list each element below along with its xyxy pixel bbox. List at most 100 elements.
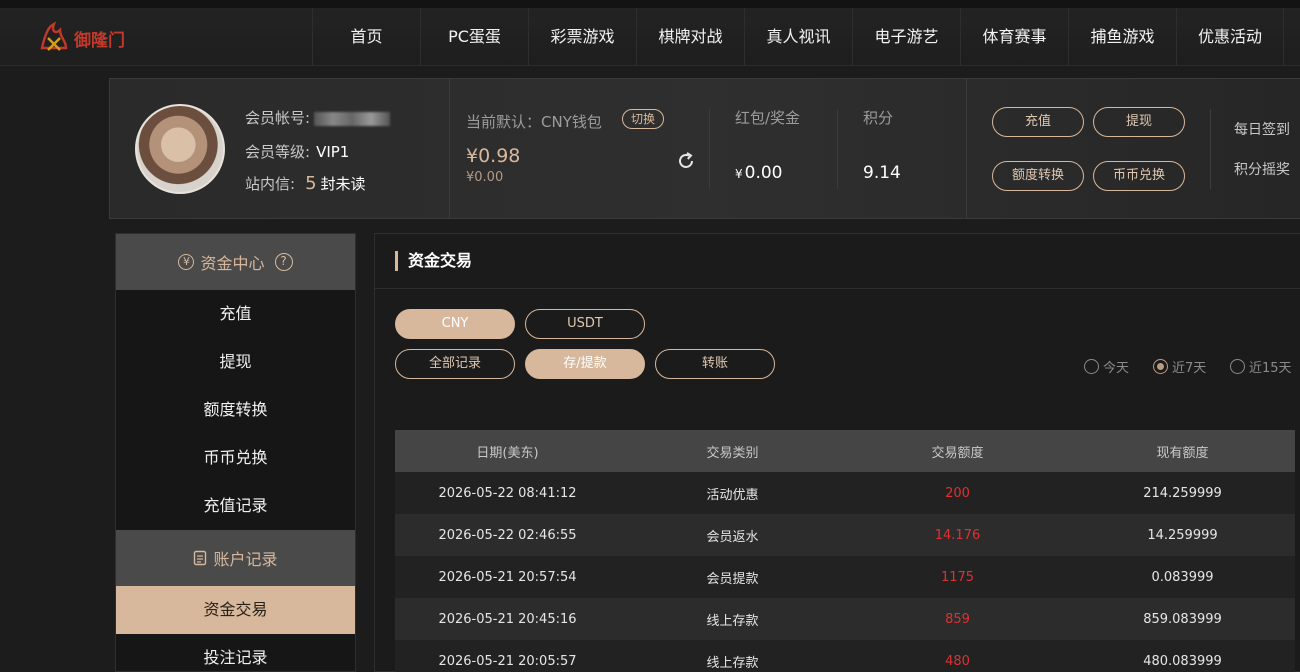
refresh-icon[interactable]	[676, 151, 696, 171]
sidebar-section-title: 账户记录	[213, 550, 278, 569]
sidebar-item-withdraw[interactable]: 提现	[116, 338, 355, 386]
sidebar-item-exchange[interactable]: 币币兑换	[116, 434, 355, 482]
nav-electronic-games[interactable]: 电子游艺	[852, 8, 960, 66]
sidebar-item-deposit[interactable]: 充值	[116, 290, 355, 338]
sidebar-section-records: 账户记录	[116, 530, 355, 586]
cell-date: 2026-05-21 20:57:54	[438, 569, 577, 585]
site-logo[interactable]: 御隆门	[36, 18, 125, 58]
table-row: 2026-05-22 02:46:55 会员返水 14.176 14.25999…	[395, 514, 1295, 556]
nav-promotions[interactable]: 优惠活动	[1176, 8, 1284, 66]
logo-emblem-icon	[40, 21, 68, 51]
table-row: 2026-05-21 20:45:16 线上存款 859 859.083999	[395, 598, 1295, 640]
col-balance: 现有额度	[1156, 445, 1209, 461]
inbox-count: 5	[305, 173, 317, 194]
range-label: 近7天	[1172, 361, 1207, 376]
points-lottery-link[interactable]: 积分摇奖	[1234, 159, 1290, 179]
range-15days[interactable]: 近15天	[1230, 357, 1292, 376]
sidebar-item-bet-records[interactable]: 投注记录	[116, 634, 355, 672]
nav-pc-egg[interactable]: PC蛋蛋	[420, 8, 528, 66]
main-nav: 首页 PC蛋蛋 彩票游戏 棋牌对战 真人视讯 电子游艺 体育赛事 捕鱼游戏 优惠…	[312, 8, 1284, 66]
transactions-panel: 资金交易 CNY USDT 全部记录 存/提款 转账 今天 近7天 近15天 日…	[374, 233, 1300, 672]
table-header: 日期(美东) 交易类别 交易额度 现有额度	[395, 430, 1295, 472]
level-label: 会员等级:	[245, 143, 311, 161]
level-row: 会员等级: VIP1	[245, 141, 349, 162]
cell-amount: 859	[945, 611, 970, 627]
radio-icon	[1230, 359, 1245, 374]
cell-amount: 1175	[940, 569, 975, 585]
help-icon[interactable]: ?	[274, 253, 293, 271]
cell-type: 线上存款	[706, 655, 759, 671]
panel-header: 资金交易	[375, 234, 1300, 289]
nav-fishing[interactable]: 捕鱼游戏	[1068, 8, 1176, 66]
tab-usdt[interactable]: USDT	[525, 309, 645, 339]
col-type: 交易类别	[706, 445, 759, 461]
logo-text: 御隆门	[74, 30, 125, 51]
site-header: 御隆门 首页 PC蛋蛋 彩票游戏 棋牌对战 真人视讯 电子游艺 体育赛事 捕鱼游…	[0, 8, 1300, 66]
withdraw-button[interactable]: 提现	[1093, 107, 1185, 137]
points-value: 9.14	[863, 163, 901, 183]
nav-chess[interactable]: 棋牌对战	[636, 8, 744, 66]
avatar	[135, 104, 225, 194]
divider	[1210, 109, 1211, 189]
transactions-table: 日期(美东) 交易类别 交易额度 现有额度 2026-05-22 08:41:1…	[395, 430, 1295, 672]
cell-date: 2026-05-21 20:45:16	[438, 611, 577, 627]
cell-balance: 14.259999	[1147, 527, 1218, 543]
divider	[837, 109, 838, 189]
sidebar-item-fund-transactions[interactable]: 资金交易	[116, 586, 355, 634]
cell-balance: 480.083999	[1143, 653, 1222, 669]
inbox-suffix: 封未读	[320, 175, 366, 193]
account-label: 会员帐号:	[245, 109, 311, 127]
sidebar-item-deposit-records[interactable]: 充值记录	[116, 482, 355, 530]
bonus-currency: ¥	[735, 167, 743, 181]
switch-wallet-button[interactable]: 切换	[622, 109, 665, 129]
radio-selected-icon	[1153, 359, 1168, 374]
col-date: 日期(美东)	[476, 445, 539, 461]
range-label: 近15天	[1249, 361, 1292, 376]
inbox-row[interactable]: 站内信: 5 封未读	[245, 173, 366, 194]
cell-type: 活动优惠	[706, 487, 759, 503]
sidebar-section-funds: ¥ 资金中心 ?	[116, 234, 355, 290]
yen-icon: ¥	[178, 254, 195, 270]
account-row: 会员帐号:	[245, 107, 391, 128]
cell-amount: 14.176	[934, 527, 981, 543]
exchange-button[interactable]: 币币兑换	[1093, 161, 1185, 191]
balance-main: ¥0.98	[466, 145, 521, 167]
nav-live-video[interactable]: 真人视讯	[744, 8, 852, 66]
divider	[449, 79, 450, 218]
cell-balance: 0.083999	[1151, 569, 1214, 585]
cell-date: 2026-05-22 08:41:12	[438, 485, 577, 501]
deposit-button[interactable]: 充值	[992, 107, 1084, 137]
range-label: 今天	[1103, 361, 1130, 376]
divider	[709, 109, 710, 189]
bonus-amount: 0.00	[744, 163, 783, 183]
cell-date: 2026-05-21 20:05:57	[438, 653, 577, 669]
bonus-label: 红包/奖金	[735, 109, 801, 127]
transfer-button[interactable]: 额度转换	[992, 161, 1084, 191]
cell-amount: 480	[945, 653, 970, 669]
tab-deposit-withdraw[interactable]: 存/提款	[525, 349, 645, 379]
sidebar-section-title: 资金中心	[200, 254, 265, 273]
daily-signin-link[interactable]: 每日签到	[1234, 119, 1290, 139]
cell-balance: 859.083999	[1143, 611, 1222, 627]
table-row: 2026-05-21 20:05:57 线上存款 480 480.083999	[395, 640, 1295, 672]
inbox-label: 站内信:	[245, 175, 296, 193]
nav-lottery[interactable]: 彩票游戏	[528, 8, 636, 66]
cell-amount: 200	[945, 485, 970, 501]
col-amount: 交易额度	[931, 445, 984, 461]
cell-balance: 214.259999	[1143, 485, 1222, 501]
points-label: 积分	[863, 109, 894, 127]
sidebar-item-transfer[interactable]: 额度转换	[116, 386, 355, 434]
tab-cny[interactable]: CNY	[395, 309, 515, 339]
tab-transfer[interactable]: 转账	[655, 349, 775, 379]
cell-type: 线上存款	[706, 613, 759, 629]
tab-all-records[interactable]: 全部记录	[395, 349, 515, 379]
range-today[interactable]: 今天	[1084, 357, 1129, 376]
table-row: 2026-05-21 20:57:54 会员提款 1175 0.083999	[395, 556, 1295, 598]
nav-home[interactable]: 首页	[312, 8, 420, 66]
nav-sports[interactable]: 体育赛事	[960, 8, 1068, 66]
page-title: 资金交易	[395, 251, 472, 271]
sidebar: ¥ 资金中心 ? 充值 提现 额度转换 币币兑换 充值记录 账户记录 资金交易 …	[115, 233, 356, 672]
account-masked	[314, 111, 391, 126]
divider	[966, 79, 967, 218]
range-7days[interactable]: 近7天	[1153, 357, 1206, 376]
